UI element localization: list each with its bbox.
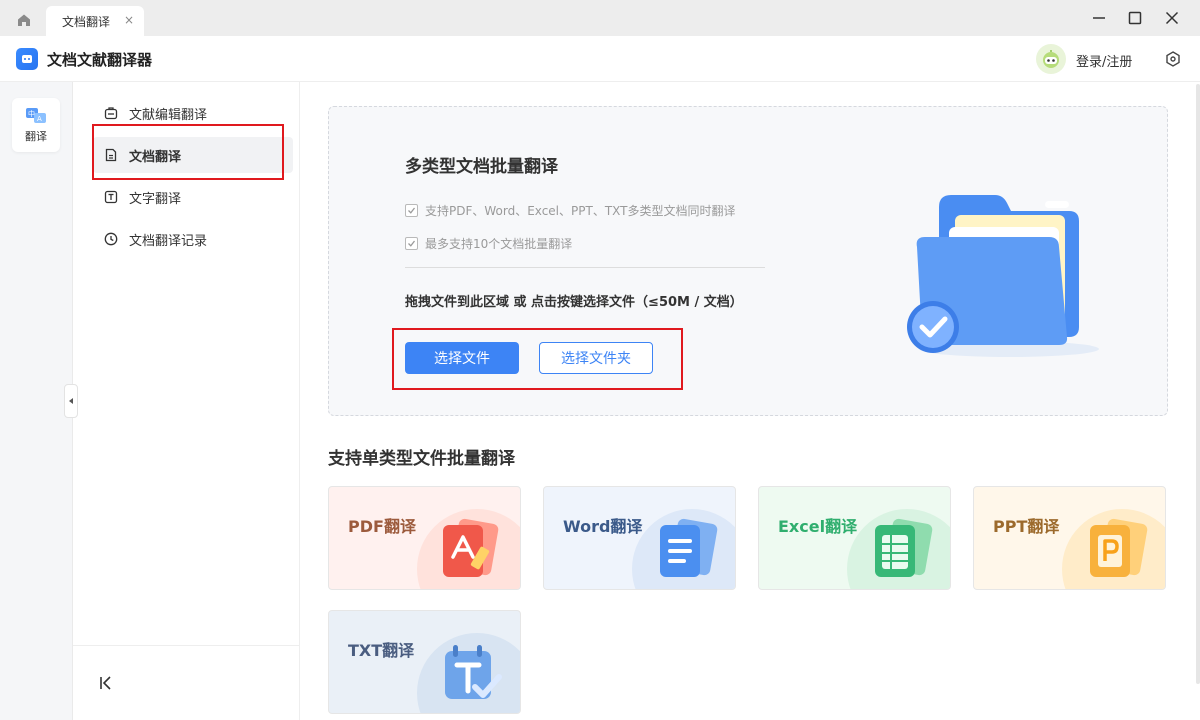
svg-text:中: 中 [28,109,35,118]
card-label: PDF翻译 [348,517,416,536]
card-ppt-translate[interactable]: PPT翻译 [973,486,1166,590]
app-title: 文档文献翻译器 [47,51,153,69]
nav-item-label: 文档翻译记录 [129,233,208,249]
sidebar-collapse-handle[interactable] [64,384,78,418]
feature-item: 最多支持10个文档批量翻译 [405,235,572,252]
feature-text: 支持PDF、Word、Excel、PPT、TXT多类型文档同时翻译 [425,204,736,218]
card-word-translate[interactable]: Word翻译 [543,486,736,590]
dropzone-title: 多类型文档批量翻译 [405,157,558,177]
pdf-file-icon [443,518,499,577]
login-register-link[interactable]: 登录/注册 [1076,51,1132,70]
translate-icon: 中A [26,107,46,123]
close-icon [1165,11,1179,25]
document-icon [104,148,118,162]
ppt-file-icon [1090,518,1148,577]
nav-item-label: 文档翻译 [129,149,182,165]
feature-text: 最多支持10个文档批量翻译 [425,237,573,251]
nav-item-text-translate[interactable]: 文字翻译 [93,179,293,215]
tab-title: 文档翻译 [62,14,111,29]
app-logo-icon [16,48,38,70]
word-file-icon [660,518,718,577]
card-label: PPT翻译 [993,517,1060,536]
nav-item-label: 文字翻译 [129,191,182,207]
settings-button[interactable] [1164,50,1182,68]
svg-text:A: A [37,115,42,123]
card-label: Word翻译 [563,517,643,536]
collapse-nav-button[interactable] [97,674,115,692]
settings-icon [1166,51,1180,67]
rail-item-label: 翻译 [25,129,47,143]
maximize-icon [1128,11,1142,25]
checkbox-icon [405,204,418,217]
file-drop-zone[interactable]: 多类型文档批量翻译 支持PDF、Word、Excel、PPT、TXT多类型文档同… [328,106,1168,416]
rail-item-translate[interactable]: 中A 翻译 [12,98,60,152]
left-rail: 中A 翻译 [0,82,73,720]
feature-item: 支持PDF、Word、Excel、PPT、TXT多类型文档同时翻译 [405,202,735,219]
clock-icon [104,232,118,246]
card-pdf-translate[interactable]: PDF翻译 [328,486,521,590]
briefcase-icon [104,106,118,120]
tab-close-button[interactable]: × [124,13,134,27]
nav-item-document-translate[interactable]: 文档翻译 [93,137,293,173]
select-file-button[interactable]: 选择文件 [405,342,519,374]
maximize-button[interactable] [1120,6,1150,30]
home-icon [18,14,30,26]
card-excel-translate[interactable]: Excel翻译 [758,486,951,590]
divider [73,645,299,646]
section-title: 支持单类型文件批量翻译 [328,449,515,469]
excel-file-icon [875,518,933,577]
robot-avatar-icon [1043,50,1059,68]
tab-bar: 文档翻译 × [0,0,1200,36]
dropzone-hint: 拖拽文件到此区域 或 点击按键选择文件（≤50M / 文档） [405,295,743,310]
avatar[interactable] [1036,44,1066,74]
scrollbar[interactable] [1196,84,1200,684]
txt-file-icon [445,645,502,699]
card-label: TXT翻译 [348,641,415,660]
select-folder-button[interactable]: 选择文件夹 [539,342,653,374]
caret-left-icon [69,398,73,404]
nav-item-translate-history[interactable]: 文档翻译记录 [93,221,293,257]
close-window-button[interactable] [1157,6,1187,30]
home-button[interactable] [10,8,38,32]
secondary-nav: 文献编辑翻译 文档翻译 文字翻译 文档翻译记录 [73,82,300,720]
card-label: Excel翻译 [778,517,858,536]
app-header: 文档文献翻译器 登录/注册 [0,36,1200,82]
main-content: 多类型文档批量翻译 支持PDF、Word、Excel、PPT、TXT多类型文档同… [300,82,1200,720]
text-icon [104,190,118,204]
divider [405,267,765,268]
tab-document-translate[interactable]: 文档翻译 × [46,6,144,36]
checkbox-icon [405,237,418,250]
card-txt-translate[interactable]: TXT翻译 [328,610,521,714]
nav-item-literature-edit-translate[interactable]: 文献编辑翻译 [93,95,293,131]
nav-item-label: 文献编辑翻译 [129,107,208,123]
collapse-left-icon [100,676,111,690]
minimize-button[interactable] [1084,6,1114,30]
folder-illustration-icon [907,195,1099,357]
minimize-icon [1093,17,1105,19]
